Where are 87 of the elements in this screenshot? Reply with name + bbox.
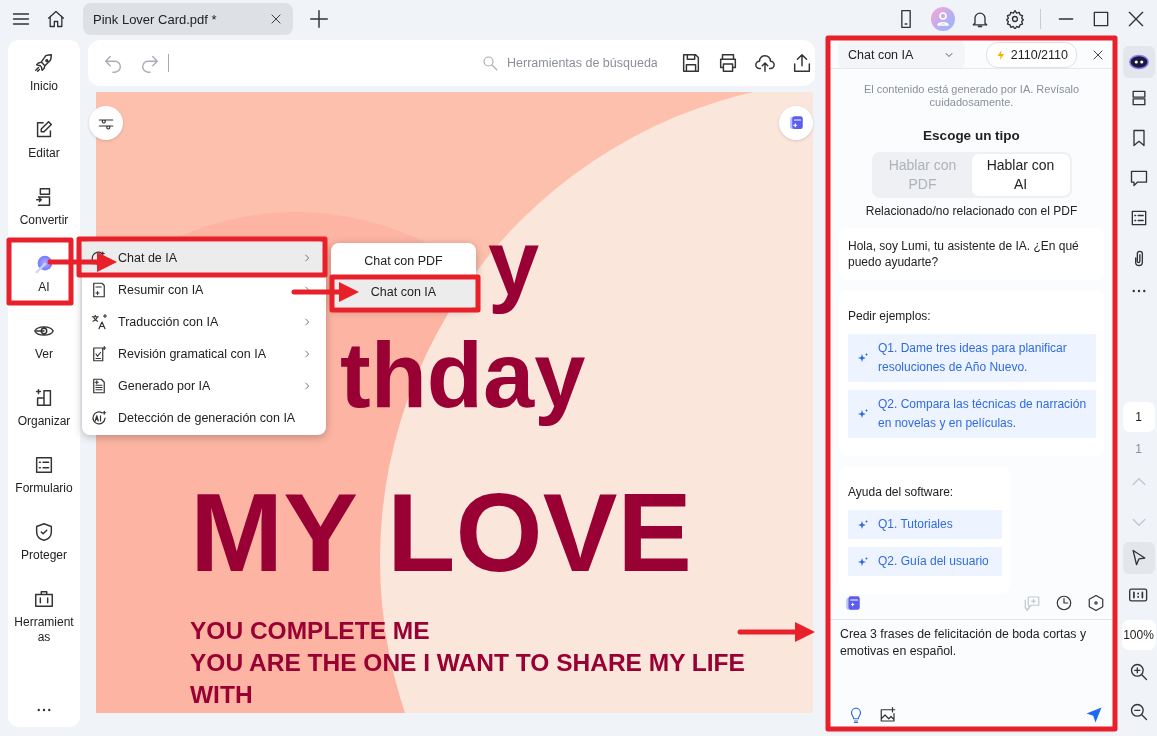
- add-image-icon[interactable]: [879, 706, 897, 724]
- arrow: [47, 252, 117, 272]
- suggestion-chip[interactable]: Q1. Dame tres ideas para planificar resoluciones de Año Nuevo.: [848, 334, 1096, 382]
- sidebar-item[interactable]: Editar: [8, 119, 80, 186]
- ai-detect-icon: [90, 409, 108, 427]
- sidebar-item[interactable]: Herramientas: [8, 588, 80, 655]
- close-icon[interactable]: [269, 12, 283, 26]
- zoom-out-icon[interactable]: [1128, 702, 1149, 722]
- section-heading: Escoge un tipo: [923, 128, 1020, 143]
- type-option[interactable]: Hablar con AI: [971, 154, 1070, 196]
- assistant-message: Hola, soy Lumi, tu asistente de IA. ¿En qué puedo ayudarte?: [839, 228, 1104, 280]
- page-total: 1: [1135, 442, 1142, 456]
- zoom-level[interactable]: 100%: [1121, 620, 1156, 650]
- page-number-field[interactable]: 1: [1122, 402, 1155, 432]
- type-hint-text: Relacionado/no relacionado con el PDF: [865, 204, 1078, 218]
- menu-item[interactable]: Traducción con IA: [82, 306, 326, 338]
- save-icon[interactable]: [680, 52, 702, 74]
- sparkle-icon: [857, 518, 869, 531]
- chevron-right-icon: [302, 317, 312, 327]
- menu-item[interactable]: Resumir con IA: [82, 274, 326, 306]
- close-icon[interactable]: [1091, 47, 1105, 62]
- card-text-line: YOU COMPLETE ME: [190, 616, 431, 646]
- sidebar-item[interactable]: AI: [8, 253, 80, 320]
- form-icon: [33, 454, 55, 476]
- card-heading: Pedir ejemplos:: [848, 308, 932, 324]
- plus-icon[interactable]: [308, 8, 330, 30]
- send-icon[interactable]: [1085, 706, 1103, 724]
- close-icon[interactable]: [1126, 9, 1146, 29]
- highlight-frame: [6, 237, 74, 306]
- credits-count: 2110/2110: [1010, 47, 1068, 62]
- settings-icon[interactable]: [1087, 594, 1105, 612]
- share-icon[interactable]: [791, 52, 813, 74]
- sidebar-item[interactable]: Inicio: [8, 52, 80, 119]
- arrow: [291, 282, 359, 302]
- card-text-line: YOU ARE THE ONE I WANT TO SHARE MY LIFE: [190, 648, 745, 678]
- notes-icon: [787, 114, 805, 132]
- ai-notice-text: El contenido está generado por IA. Revísalo cuidadosamente.: [862, 83, 1081, 109]
- chevron-right-icon: [302, 349, 312, 359]
- more-icon[interactable]: [35, 707, 53, 713]
- sparkle-icon: [857, 352, 869, 364]
- sidebar-item[interactable]: Convertir: [8, 186, 80, 253]
- sparkle-icon: [857, 555, 869, 568]
- select-tool-button[interactable]: [1122, 542, 1155, 574]
- translate-icon: [90, 313, 108, 331]
- toolbox-icon: [33, 588, 55, 610]
- sidebar-item[interactable]: Organizar: [8, 387, 80, 454]
- ai-assistant-button[interactable]: [1122, 46, 1155, 78]
- sidebar-item[interactable]: Ver: [8, 320, 80, 387]
- mode-dropdown[interactable]: Chat con IA: [838, 41, 965, 68]
- menu-item[interactable]: Revisión gramatical con IA: [82, 338, 326, 370]
- menu-item[interactable]: Chat de IA: [82, 242, 326, 274]
- document-sparkle-icon: [90, 377, 108, 395]
- document-tab[interactable]: Pink Lover Card.pdf *: [83, 3, 293, 35]
- maximize-icon[interactable]: [1091, 9, 1111, 29]
- comment-icon[interactable]: [1128, 168, 1149, 188]
- search-icon: [481, 54, 499, 72]
- sparkle-icon: [33, 253, 55, 275]
- menu-item[interactable]: Chat con PDF: [331, 245, 476, 276]
- suggestion-chip[interactable]: Q2. Compara las técnicas de narración en novelas y en películas.: [848, 390, 1096, 438]
- sidebar-item[interactable]: Proteger: [8, 521, 80, 588]
- headline-text: y: [488, 211, 540, 316]
- notes-icon[interactable]: [844, 594, 862, 612]
- rocket-icon: [33, 52, 55, 74]
- filter-button[interactable]: [89, 106, 123, 140]
- suggestion-chip[interactable]: Q1. Tutoriales: [848, 510, 1002, 539]
- search-field[interactable]: Herramientas de búsqueda: [481, 54, 661, 72]
- zoom-in-icon[interactable]: [1128, 662, 1149, 682]
- card-text-line: WITH: [190, 680, 254, 710]
- headline-text: thday: [340, 323, 586, 428]
- menu-item[interactable]: Detección de generación con IA: [82, 402, 326, 434]
- menu-item[interactable]: Generado por IA: [82, 370, 326, 402]
- print-icon[interactable]: [717, 52, 739, 74]
- cloud-upload-icon[interactable]: [754, 52, 776, 74]
- card-heading: Ayuda del software:: [848, 484, 955, 500]
- message-input[interactable]: Crea 3 frases de felicitación de boda cortas y emotivas en español.: [830, 620, 1113, 706]
- settings-icon[interactable]: [1005, 9, 1025, 29]
- home-icon[interactable]: [46, 9, 66, 29]
- chevron-right-icon: [302, 253, 312, 263]
- sidebar-item[interactable]: Formulario: [8, 454, 80, 521]
- headline-text: MY LOVE: [190, 477, 694, 589]
- sparkle-icon: [857, 408, 869, 420]
- history-icon[interactable]: [1055, 594, 1073, 612]
- summary-icon: [90, 281, 108, 299]
- chevron-right-icon: [302, 381, 312, 391]
- suggestion-chip[interactable]: Q2. Guía del usuario: [848, 547, 1002, 576]
- grammar-check-icon: [90, 345, 108, 363]
- shield-icon: [33, 521, 55, 543]
